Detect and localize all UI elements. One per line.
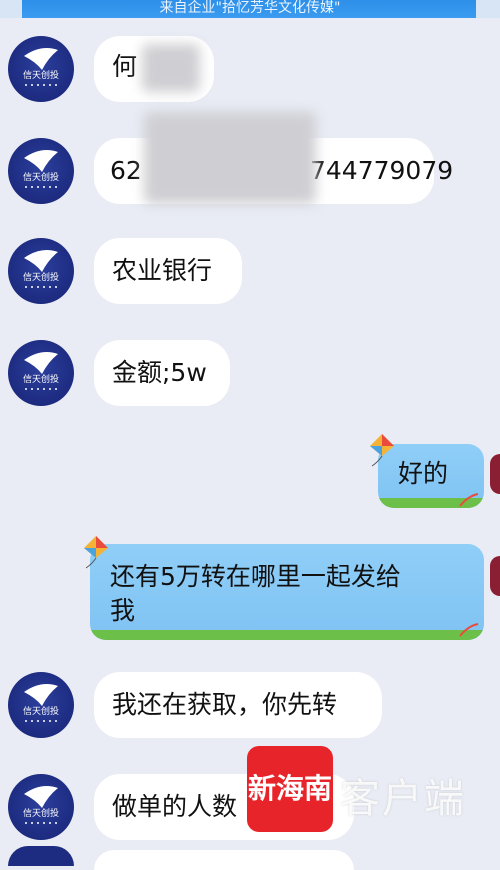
message-text: 农业银行 [112, 256, 213, 285]
contact-avatar[interactable]: 信天创投 [8, 340, 74, 406]
banner-edge-right [476, 0, 500, 18]
message-bubble-partial[interactable] [94, 850, 354, 870]
logo-icon: 信天创投 [23, 48, 59, 86]
top-banner: 来自企业"拾忆芳华文化传媒" [0, 0, 500, 18]
kite-tail-icon [459, 623, 479, 637]
logo-icon: 信天创投 [23, 150, 59, 188]
message-bubble[interactable]: 农业银行 [94, 238, 242, 304]
svg-text:信天创投: 信天创投 [23, 271, 59, 283]
contact-avatar[interactable]: 信天创投 [8, 138, 74, 204]
grass-decoration [90, 630, 484, 640]
message-text-start: 62 [110, 156, 142, 185]
kite-icon [370, 434, 394, 467]
kite-tail-icon [459, 493, 479, 507]
message-text: 我还在获取，你先转 [112, 690, 338, 719]
message-text-line1: 还有5万转在哪里一起发给 [110, 562, 401, 591]
message-text: 金额;5w [112, 358, 207, 387]
self-avatar[interactable] [490, 556, 500, 596]
message-text-end: 744779079 [310, 156, 454, 185]
svg-text:信天创投: 信天创投 [23, 373, 59, 385]
logo-icon: 信天创投 [23, 352, 59, 390]
message-bubble-self[interactable]: 还有5万转在哪里一起发给 我 [90, 544, 484, 640]
logo-icon: 信天创投 [23, 786, 59, 824]
message-text: 好的 [398, 459, 449, 488]
redaction-blur [142, 44, 200, 92]
svg-text:信天创投: 信天创投 [23, 69, 59, 81]
svg-text:信天创投: 信天创投 [23, 705, 59, 717]
redaction-blur [144, 112, 316, 204]
enterprise-source-label: 来自企业"拾忆芳华文化传媒" [159, 0, 341, 16]
watermark-logo: 新海南 [247, 746, 333, 832]
contact-avatar[interactable]: 信天创投 [8, 672, 74, 738]
message-bubble[interactable]: 我还在获取，你先转 [94, 672, 382, 738]
contact-avatar-partial[interactable] [8, 846, 74, 866]
svg-text:信天创投: 信天创投 [23, 807, 59, 819]
logo-icon: 信天创投 [23, 250, 59, 288]
logo-icon: 信天创投 [23, 684, 59, 722]
contact-avatar[interactable]: 信天创投 [8, 774, 74, 840]
contact-avatar[interactable]: 信天创投 [8, 36, 74, 102]
svg-text:信天创投: 信天创投 [23, 171, 59, 183]
watermark-text: 客户端 [340, 776, 466, 822]
kite-icon [84, 536, 108, 569]
self-avatar[interactable] [490, 454, 500, 494]
message-bubble[interactable]: 金额;5w [94, 340, 230, 406]
contact-avatar[interactable]: 信天创投 [8, 238, 74, 304]
message-text-line2: 我 [110, 596, 136, 625]
